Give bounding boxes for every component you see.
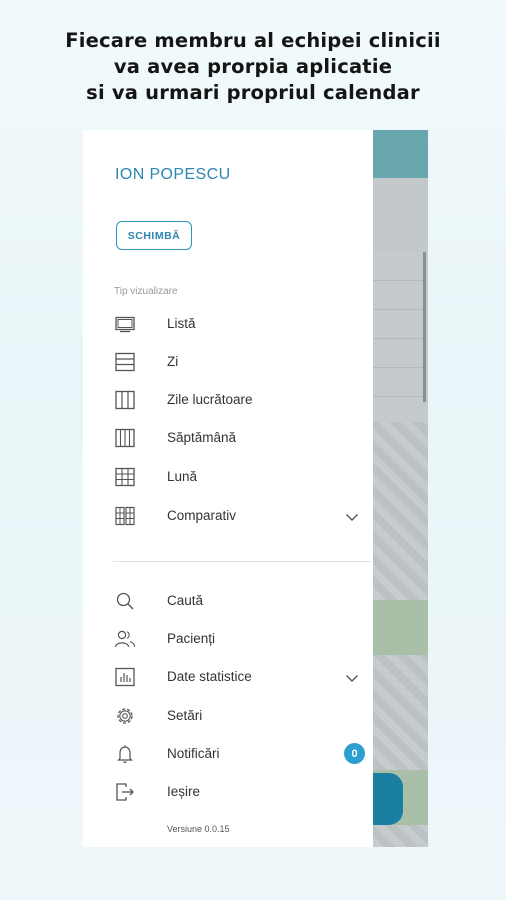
menu-item-day-view[interactable]: Zi xyxy=(114,347,366,377)
menu-item-label: Date statistice xyxy=(167,669,252,684)
menu-item-month-view[interactable]: Lună xyxy=(114,462,366,492)
menu-item-label: Zile lucrătoare xyxy=(167,392,253,407)
menu-item-logout[interactable]: Ieșire xyxy=(114,777,366,807)
logout-icon xyxy=(114,782,136,802)
switch-user-button[interactable]: SCHIMBĂ xyxy=(116,221,192,250)
scrollbar[interactable] xyxy=(423,252,426,402)
app-version: Versiune 0.0.15 xyxy=(167,824,230,834)
menu-item-label: Listă xyxy=(167,316,196,331)
menu-item-label: Ieșire xyxy=(167,784,201,799)
menu-item-week-view[interactable]: Săptămână xyxy=(114,423,366,453)
menu-item-statistics[interactable]: Date statistice xyxy=(114,662,366,692)
headline-line-1: Fiecare membru al echipei clinicii xyxy=(65,29,441,52)
headline-line-2: va avea prorpia aplicatie xyxy=(113,55,393,78)
settings-gear-icon xyxy=(114,706,136,726)
week-view-icon xyxy=(114,428,136,448)
add-appointment-fab[interactable] xyxy=(373,773,403,825)
workdays-view-icon xyxy=(114,390,136,410)
app-header xyxy=(373,130,428,178)
navigation-drawer: ION POPESCU SCHIMBĂ Tip vizualizare List… xyxy=(83,130,373,847)
search-icon xyxy=(114,591,136,611)
menu-item-comparative-view[interactable]: Comparativ xyxy=(114,501,366,531)
menu-item-label: Caută xyxy=(167,593,204,608)
phone-screen: ION POPESCU SCHIMBĂ Tip vizualizare List… xyxy=(83,130,428,847)
menu-item-label: Notificări xyxy=(167,746,220,761)
menu-item-notifications[interactable]: Notificări 0 xyxy=(114,739,366,769)
menu-item-label: Setări xyxy=(167,708,203,723)
menu-item-label: Zi xyxy=(167,354,179,369)
calendar-grid xyxy=(373,252,428,422)
appointment-block[interactable] xyxy=(373,600,428,655)
menu-item-label: Comparativ xyxy=(167,508,237,523)
notifications-count-badge: 0 xyxy=(344,743,365,764)
menu-divider xyxy=(113,561,371,562)
month-view-icon xyxy=(114,467,136,487)
menu-item-search[interactable]: Caută xyxy=(114,586,366,616)
menu-item-patients[interactable]: Pacienți xyxy=(114,624,366,654)
chevron-down-icon[interactable] xyxy=(345,510,359,522)
menu-item-list-view[interactable]: Listă xyxy=(114,309,366,339)
bell-icon xyxy=(114,744,136,764)
user-name: ION POPESCU xyxy=(115,166,231,183)
day-view-icon xyxy=(114,352,136,372)
statistics-icon xyxy=(114,667,136,687)
comparative-view-icon xyxy=(114,506,136,526)
menu-item-settings[interactable]: Setări xyxy=(114,701,366,731)
chevron-down-icon[interactable] xyxy=(345,671,359,683)
calendar-backdrop[interactable] xyxy=(373,130,428,847)
patients-icon xyxy=(114,629,136,649)
menu-item-label: Săptămână xyxy=(167,430,237,445)
headline: Fiecare membru al echipei clinicii va av… xyxy=(0,28,506,106)
app-toolbar xyxy=(373,178,428,265)
headline-line-3: si va urmari propriul calendar xyxy=(86,81,420,104)
menu-item-label: Lună xyxy=(167,469,198,484)
menu-item-label: Pacienți xyxy=(167,631,216,646)
list-view-icon xyxy=(114,314,136,334)
view-type-label: Tip vizualizare xyxy=(114,286,178,297)
menu-item-workdays-view[interactable]: Zile lucrătoare xyxy=(114,385,366,415)
